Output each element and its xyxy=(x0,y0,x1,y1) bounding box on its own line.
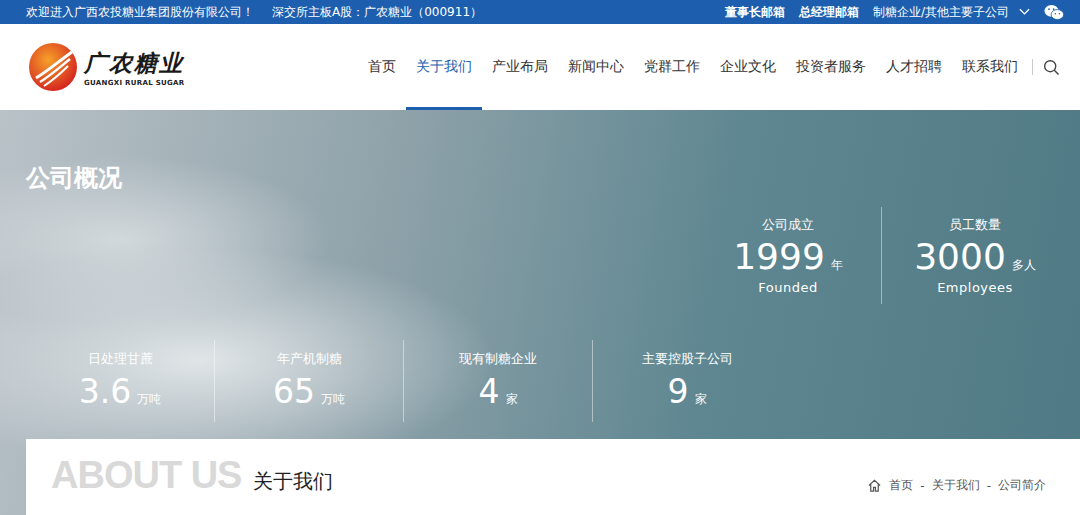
nav-item[interactable]: 人才招聘 xyxy=(876,24,952,110)
header: 广农糖业GUANGXI RURAL SUGAR 首页关于我们产业布局新闻中心党群工… xyxy=(0,24,1080,110)
home-icon xyxy=(867,478,882,493)
mailbox-link[interactable]: 董事长邮箱 xyxy=(725,4,785,21)
stat-item: 现有制糖企业4家 xyxy=(403,340,592,422)
nav-item[interactable]: 产业布局 xyxy=(482,24,558,110)
breadcrumb-item[interactable]: 首页 xyxy=(889,477,913,494)
nav-item[interactable]: 投资者服务 xyxy=(786,24,876,110)
stat-item: 日处理甘蔗3.6万吨 xyxy=(26,340,214,422)
stat-item: 年产机制糖65万吨 xyxy=(214,340,403,422)
heading-en: ABOUT US xyxy=(51,453,241,497)
welcome-text: 欢迎进入广西农投糖业集团股份有限公司！ xyxy=(26,4,254,21)
breadcrumb: 首页-关于我们-公司简介 xyxy=(867,477,1046,494)
section-header: ABOUT US关于我们首页-关于我们-公司简介 xyxy=(26,439,1080,515)
nav-divider xyxy=(1032,59,1033,75)
nav-item[interactable]: 首页 xyxy=(358,24,406,110)
chevron-down-icon xyxy=(1019,8,1030,16)
logo-icon xyxy=(28,42,78,92)
nav-item[interactable]: 企业文化 xyxy=(710,24,786,110)
logo[interactable]: 广农糖业GUANGXI RURAL SUGAR xyxy=(28,24,184,110)
stat-item: 公司成立1999年Founded xyxy=(695,207,881,304)
top-bar: 欢迎进入广西农投糖业集团股份有限公司！ 深交所主板A股：广农糖业（000911） 董… xyxy=(0,0,1080,24)
top-stats: 公司成立1999年Founded员工数量3000多人Employees xyxy=(0,207,1080,304)
main-nav: 首页关于我们产业布局新闻中心党群工作企业文化投资者服务人才招聘联系我们 xyxy=(358,24,1060,110)
breadcrumb-item[interactable]: 关于我们 xyxy=(932,477,980,494)
heading: 关于我们 xyxy=(253,468,333,495)
stock-text: 深交所主板A股：广农糖业（000911） xyxy=(272,4,482,21)
nav-item[interactable]: 新闻中心 xyxy=(558,24,634,110)
nav-item[interactable]: 党群工作 xyxy=(634,24,710,110)
nav-item[interactable]: 关于我们 xyxy=(406,24,482,110)
mailbox-link[interactable]: 总经理邮箱 xyxy=(799,4,859,21)
page: 欢迎进入广西农投糖业集团股份有限公司！ 深交所主板A股：广农糖业（000911） 董… xyxy=(0,0,1080,515)
search-icon[interactable] xyxy=(1043,59,1060,76)
subsidiary-dropdown[interactable]: 制糖企业/其他主要子公司 xyxy=(873,4,1030,21)
hero-title: 公司概况 xyxy=(26,162,1080,194)
logo-subtitle: GUANGXI RURAL SUGAR xyxy=(84,79,184,87)
hero-banner: 公司概况公司成立1999年Founded员工数量3000多人Employees 日… xyxy=(0,110,1080,515)
logo-name: 广农糖业 xyxy=(84,48,184,79)
nav-item[interactable]: 联系我们 xyxy=(952,24,1028,110)
bottom-stats: 日处理甘蔗3.6万吨年产机制糖65万吨现有制糖企业4家主要控股子公司9家 xyxy=(26,340,1080,422)
stat-item: 员工数量3000多人Employees xyxy=(881,207,1068,304)
stat-item: 主要控股子公司9家 xyxy=(592,340,781,422)
wechat-icon[interactable] xyxy=(1044,4,1064,21)
breadcrumb-item[interactable]: 公司简介 xyxy=(998,477,1046,494)
